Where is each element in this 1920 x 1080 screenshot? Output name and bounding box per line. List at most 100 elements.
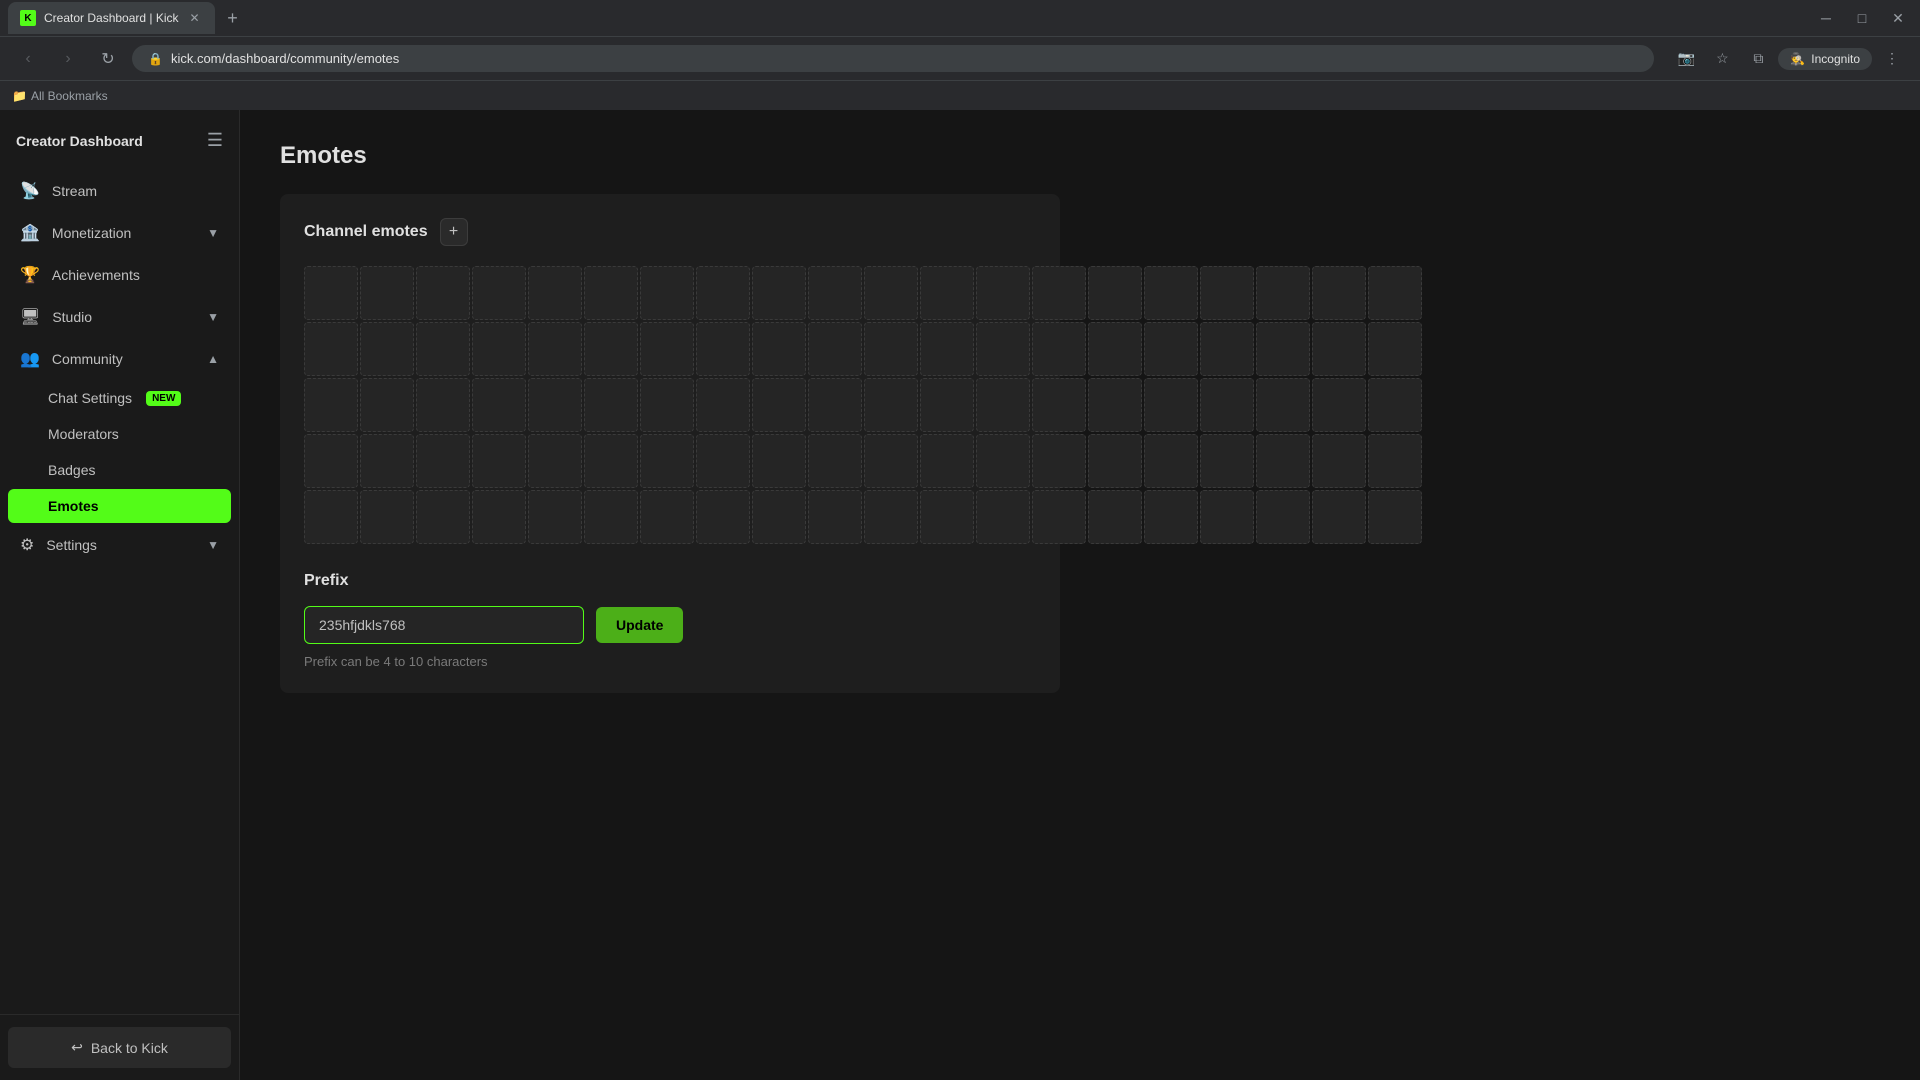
emote-slot[interactable] — [640, 434, 694, 488]
emote-slot[interactable] — [1256, 378, 1310, 432]
sidebar-item-badges[interactable]: Badges — [8, 453, 231, 487]
sidebar-item-moderators[interactable]: Moderators — [8, 417, 231, 451]
sidebar-item-settings[interactable]: ⚙ Settings ▼ — [8, 525, 231, 565]
emote-slot[interactable] — [640, 490, 694, 544]
emote-slot[interactable] — [1200, 490, 1254, 544]
emote-slot[interactable] — [416, 322, 470, 376]
emote-slot[interactable] — [304, 266, 358, 320]
sidebar-item-studio[interactable]: 🖥 Studio ▼ — [8, 297, 231, 337]
emote-slot[interactable] — [864, 266, 918, 320]
emote-slot[interactable] — [360, 378, 414, 432]
emote-slot[interactable] — [584, 378, 638, 432]
emote-slot[interactable] — [864, 378, 918, 432]
emote-slot[interactable] — [920, 266, 974, 320]
emote-slot[interactable] — [1200, 378, 1254, 432]
emote-slot[interactable] — [416, 266, 470, 320]
emote-slot[interactable] — [1256, 490, 1310, 544]
emote-slot[interactable] — [1032, 434, 1086, 488]
emote-slot[interactable] — [696, 434, 750, 488]
sidebar-menu-icon[interactable]: ☰ — [207, 130, 223, 151]
emote-slot[interactable] — [1200, 266, 1254, 320]
emote-slot[interactable] — [1032, 266, 1086, 320]
emote-slot[interactable] — [1144, 378, 1198, 432]
emote-slot[interactable] — [808, 266, 862, 320]
incognito-button[interactable]: 🕵 Incognito — [1778, 48, 1872, 70]
emote-slot[interactable] — [1312, 378, 1366, 432]
prefix-input[interactable] — [304, 606, 584, 644]
camera-off-icon[interactable]: 📷 — [1670, 43, 1702, 75]
update-button[interactable]: Update — [596, 607, 683, 643]
emote-slot[interactable] — [976, 322, 1030, 376]
emote-slot[interactable] — [1200, 434, 1254, 488]
sidebar-item-chat-settings[interactable]: Chat Settings NEW — [8, 381, 231, 415]
emote-slot[interactable] — [1200, 322, 1254, 376]
emote-slot[interactable] — [1144, 266, 1198, 320]
emote-slot[interactable] — [1144, 434, 1198, 488]
emote-slot[interactable] — [360, 266, 414, 320]
emote-slot[interactable] — [1256, 434, 1310, 488]
emote-slot[interactable] — [1088, 322, 1142, 376]
emote-slot[interactable] — [1312, 434, 1366, 488]
emote-slot[interactable] — [808, 322, 862, 376]
sidebar-item-monetization[interactable]: 🏦 Monetization ▼ — [8, 213, 231, 253]
emote-slot[interactable] — [528, 434, 582, 488]
emote-slot[interactable] — [752, 378, 806, 432]
emote-slot[interactable] — [640, 322, 694, 376]
emote-slot[interactable] — [1368, 322, 1422, 376]
emote-slot[interactable] — [976, 434, 1030, 488]
emote-slot[interactable] — [1312, 490, 1366, 544]
emote-slot[interactable] — [584, 266, 638, 320]
emote-slot[interactable] — [360, 322, 414, 376]
emote-slot[interactable] — [1312, 266, 1366, 320]
emote-slot[interactable] — [1088, 434, 1142, 488]
emote-slot[interactable] — [752, 266, 806, 320]
emote-slot[interactable] — [920, 378, 974, 432]
emote-slot[interactable] — [416, 490, 470, 544]
back-to-kick-button[interactable]: ↩ Back to Kick — [8, 1027, 231, 1068]
emote-slot[interactable] — [1144, 322, 1198, 376]
emote-slot[interactable] — [584, 322, 638, 376]
sidebar-item-stream[interactable]: 📡 Stream — [8, 171, 231, 211]
emote-slot[interactable] — [528, 490, 582, 544]
new-tab-button[interactable]: + — [219, 4, 247, 32]
emote-slot[interactable] — [920, 322, 974, 376]
emote-slot[interactable] — [976, 378, 1030, 432]
emote-slot[interactable] — [752, 434, 806, 488]
emote-slot[interactable] — [1256, 322, 1310, 376]
emote-slot[interactable] — [696, 266, 750, 320]
emote-slot[interactable] — [1032, 322, 1086, 376]
emote-slot[interactable] — [864, 434, 918, 488]
emote-slot[interactable] — [1088, 378, 1142, 432]
emote-slot[interactable] — [304, 378, 358, 432]
emote-slot[interactable] — [1032, 378, 1086, 432]
emote-slot[interactable] — [976, 490, 1030, 544]
emote-slot[interactable] — [1256, 266, 1310, 320]
emote-slot[interactable] — [640, 266, 694, 320]
maximize-button[interactable]: □ — [1848, 4, 1876, 32]
browser-tab[interactable]: K Creator Dashboard | Kick ✕ — [8, 2, 215, 34]
emote-slot[interactable] — [1368, 266, 1422, 320]
emote-slot[interactable] — [1312, 322, 1366, 376]
emote-slot[interactable] — [472, 490, 526, 544]
emote-slot[interactable] — [1368, 490, 1422, 544]
emote-slot[interactable] — [472, 266, 526, 320]
minimize-button[interactable]: ─ — [1812, 4, 1840, 32]
emote-slot[interactable] — [360, 434, 414, 488]
emote-slot[interactable] — [640, 378, 694, 432]
emote-slot[interactable] — [1032, 490, 1086, 544]
emote-slot[interactable] — [920, 490, 974, 544]
close-window-button[interactable]: ✕ — [1884, 4, 1912, 32]
emote-slot[interactable] — [304, 322, 358, 376]
emote-slot[interactable] — [752, 490, 806, 544]
sidebar-item-emotes[interactable]: Emotes — [8, 489, 231, 523]
emote-slot[interactable] — [1088, 490, 1142, 544]
sidebar-item-community[interactable]: 👥 Community ▲ — [8, 339, 231, 379]
emote-slot[interactable] — [864, 490, 918, 544]
tab-close-icon[interactable]: ✕ — [187, 10, 203, 26]
emote-slot[interactable] — [472, 378, 526, 432]
reload-button[interactable]: ↻ — [92, 43, 124, 75]
emote-slot[interactable] — [584, 434, 638, 488]
emote-slot[interactable] — [528, 378, 582, 432]
emote-slot[interactable] — [360, 490, 414, 544]
multiwindow-icon[interactable]: ⧉ — [1742, 43, 1774, 75]
